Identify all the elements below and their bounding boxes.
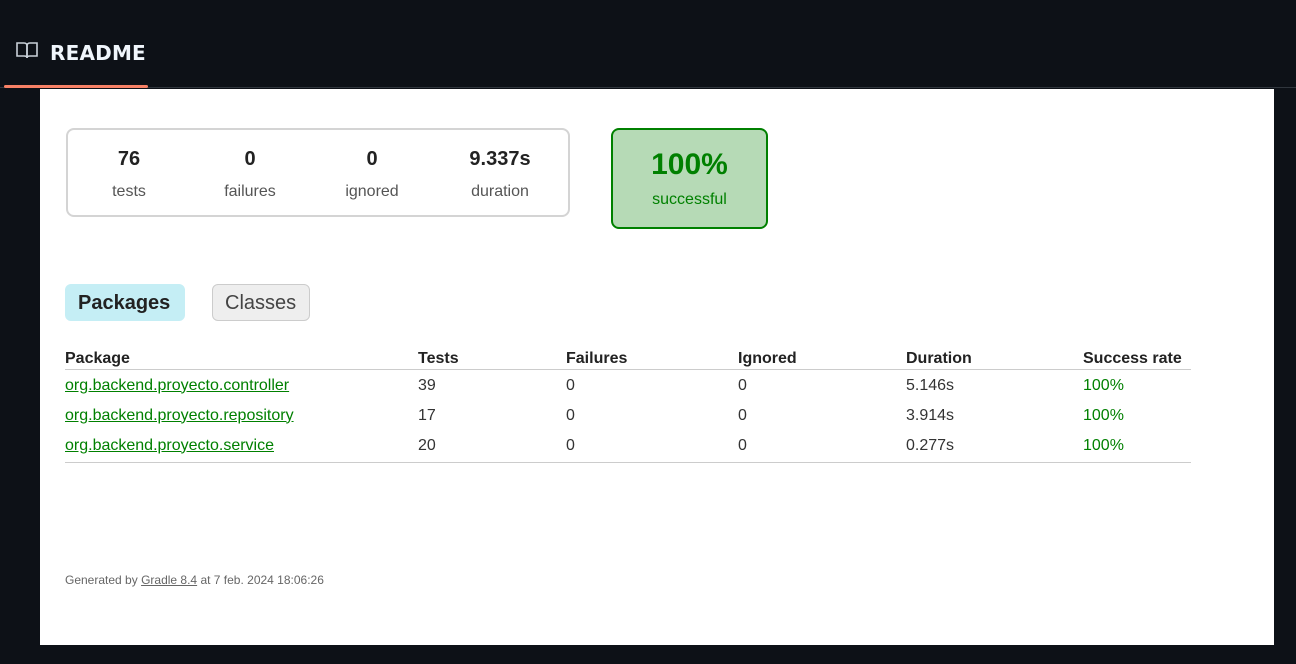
table-row: org.backend.proyecto.service 20 0 0 0.27… (65, 430, 1191, 463)
column-header-tests: Tests (418, 347, 566, 370)
footer-suffix: at 7 feb. 2024 18:06:26 (197, 573, 324, 587)
tests-cell: 20 (418, 430, 566, 463)
failures-cell: 0 (566, 430, 738, 463)
summary-box: 76 tests 0 failures 0 ignored 9.337s dur… (66, 128, 570, 217)
failures-cell: 0 (566, 406, 575, 424)
counter-duration: 9.337s duration (445, 148, 555, 201)
tests-cell: 17 (418, 406, 436, 424)
table-header-row: Package Tests Failures Ignored Duration … (65, 347, 1191, 370)
ignored-cell: 0 (738, 430, 906, 463)
column-header-ignored: Ignored (738, 347, 906, 370)
success-rate-box: 100% successful (611, 128, 768, 229)
readme-tab[interactable]: README (4, 30, 148, 88)
active-tab-underline (4, 85, 148, 88)
column-header-success-rate: Success rate (1083, 347, 1191, 370)
counter-ignored-caption: ignored (345, 183, 399, 200)
success-rate-cell: 100% (1083, 406, 1124, 424)
gradle-link[interactable]: Gradle 8.4 (141, 573, 197, 587)
package-link-controller[interactable]: org.backend.proyecto.controller (65, 377, 289, 394)
counter-ignored: 0 ignored (317, 148, 427, 201)
tab-classes[interactable]: Classes (212, 284, 310, 321)
table-row: org.backend.proyecto.controller 39 0 0 5… (65, 370, 1191, 401)
report-panel: 76 tests 0 failures 0 ignored 9.337s dur… (40, 89, 1274, 645)
counter-tests-caption: tests (112, 183, 146, 200)
duration-cell: 3.914s (906, 406, 955, 424)
counter-failures-value: 0 (244, 148, 256, 170)
packages-table: Package Tests Failures Ignored Duration … (65, 347, 1191, 463)
table-row: org.backend.proyecto.repository 17 0 0 3… (65, 400, 1191, 430)
counter-tests: 76 tests (74, 148, 184, 201)
success-rate-cell: 100% (1083, 376, 1124, 394)
counter-ignored-value: 0 (366, 148, 378, 170)
book-icon (16, 42, 38, 59)
failures-cell: 0 (566, 376, 575, 394)
ignored-cell: 0 (738, 376, 747, 394)
counter-duration-caption: duration (471, 183, 529, 200)
package-cell: org.backend.proyecto.service (65, 430, 418, 463)
readme-tab-label: README (50, 41, 146, 65)
duration-cell: 5.146s (906, 376, 955, 394)
package-cell: org.backend.proyecto.controller (65, 370, 418, 401)
column-header-duration: Duration (906, 347, 1083, 370)
success-rate-cell: 100% (1083, 430, 1191, 463)
footer-prefix: Generated by (65, 573, 142, 587)
counter-tests-value: 76 (117, 148, 141, 170)
column-header-package: Package (65, 347, 418, 370)
counter-duration-value: 9.337s (469, 148, 531, 170)
package-link-repository[interactable]: org.backend.proyecto.repository (65, 407, 294, 424)
counter-failures-caption: failures (224, 183, 276, 200)
duration-cell: 0.277s (906, 430, 1083, 463)
package-cell: org.backend.proyecto.repository (65, 400, 418, 430)
tests-cell: 39 (418, 376, 436, 394)
success-rate-value: 100% (651, 148, 728, 181)
package-link-service[interactable]: org.backend.proyecto.service (65, 437, 274, 454)
column-header-failures: Failures (566, 347, 738, 370)
generated-by-footer: Generated by Gradle 8.4 at 7 feb. 2024 1… (65, 573, 324, 587)
tab-packages[interactable]: Packages (65, 284, 185, 321)
top-bar: README (0, 0, 1296, 88)
success-rate-caption: successful (652, 191, 727, 208)
counter-failures: 0 failures (195, 148, 305, 201)
ignored-cell: 0 (738, 406, 747, 424)
